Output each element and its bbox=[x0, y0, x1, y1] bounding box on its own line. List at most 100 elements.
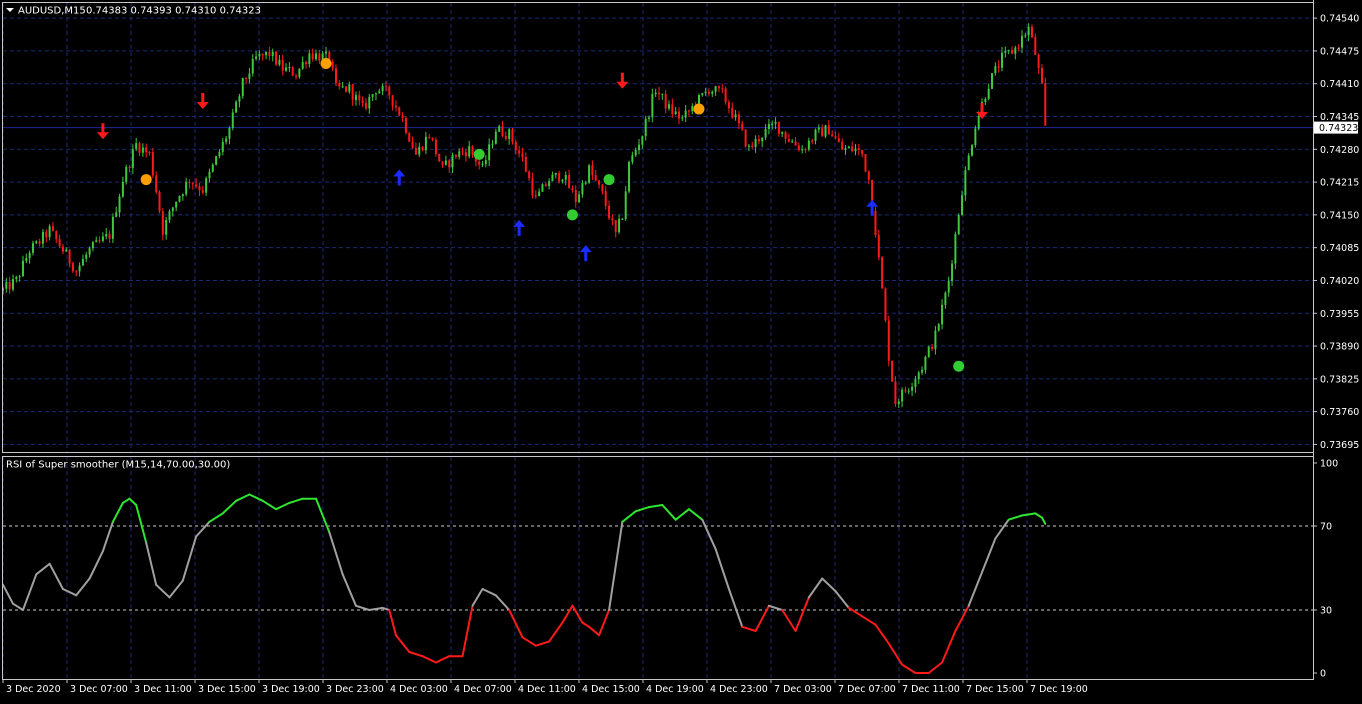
green-dot-marker bbox=[953, 360, 965, 372]
rsi-segment bbox=[754, 604, 770, 632]
candle-body bbox=[98, 240, 101, 242]
candle-body bbox=[777, 121, 780, 134]
candle-body bbox=[744, 129, 747, 147]
candle-body bbox=[831, 134, 834, 137]
rsi-segment bbox=[1007, 514, 1023, 521]
rsi-segment bbox=[111, 501, 124, 523]
candle-body bbox=[414, 148, 417, 155]
candle-body bbox=[91, 242, 94, 249]
candle-body bbox=[757, 138, 760, 142]
candle-body bbox=[1004, 51, 1007, 53]
candle-body bbox=[325, 51, 328, 54]
time-tick-label: 4 Dec 03:00 bbox=[390, 684, 448, 695]
rsi-segment bbox=[1034, 512, 1043, 519]
candle-body bbox=[664, 93, 667, 109]
candle-body bbox=[361, 100, 364, 104]
candle-body bbox=[438, 154, 441, 162]
candle-body bbox=[178, 196, 181, 202]
candle-body bbox=[35, 241, 38, 244]
candle-body bbox=[857, 148, 860, 150]
buy-arrow-icon bbox=[393, 169, 406, 186]
candle-body bbox=[724, 88, 727, 103]
price-tick-label: 0.74345 bbox=[1320, 112, 1359, 123]
rsi-segment bbox=[608, 520, 624, 611]
price-axis[interactable]: 0.74540 0.74475 0.74410 0.74345 0.74280 0.742… bbox=[1313, 14, 1359, 451]
candle-body bbox=[278, 59, 281, 65]
candle-body bbox=[591, 165, 594, 175]
candle-body bbox=[924, 356, 927, 370]
candle-body bbox=[671, 104, 674, 114]
candle-body bbox=[984, 98, 987, 102]
rsi-line bbox=[2, 493, 1047, 674]
time-axis[interactable]: 3 Dec 2020 3 Dec 07:00 3 Dec 11:00 3 Dec 15… bbox=[2, 679, 1088, 695]
candle-body bbox=[737, 114, 740, 124]
candle-body bbox=[298, 68, 301, 77]
candle-body bbox=[721, 88, 724, 90]
candle-body bbox=[18, 276, 21, 278]
rsi-segment bbox=[1020, 512, 1037, 517]
rsi-tick-label: 0 bbox=[1320, 669, 1326, 680]
candle-body bbox=[917, 372, 920, 380]
candle-body bbox=[634, 150, 637, 156]
candle-body bbox=[767, 124, 770, 130]
candle-body bbox=[364, 103, 367, 109]
candle-body bbox=[344, 86, 347, 92]
candle-body bbox=[914, 379, 917, 387]
candle-body bbox=[71, 263, 74, 272]
rsi-segment bbox=[195, 520, 211, 538]
candles bbox=[2, 23, 1047, 408]
candle-body bbox=[574, 190, 577, 203]
rsi-axis: 100 70 30 0 bbox=[1313, 459, 1338, 680]
candle-body bbox=[158, 191, 161, 212]
candle-body bbox=[428, 136, 431, 138]
candle-body bbox=[431, 137, 434, 140]
rsi-segment bbox=[35, 562, 51, 576]
candle-body bbox=[115, 212, 118, 217]
candle-body bbox=[511, 129, 514, 142]
price-tick-label: 0.73695 bbox=[1320, 440, 1359, 451]
candle-body bbox=[554, 172, 557, 175]
candle-body bbox=[155, 175, 158, 192]
candle-body bbox=[291, 67, 294, 76]
candle-body bbox=[568, 175, 571, 189]
rsi-tick-label: 30 bbox=[1320, 606, 1332, 617]
time-tick-label: 4 Dec 07:00 bbox=[454, 684, 512, 695]
candle-body bbox=[654, 92, 657, 95]
candle-body bbox=[245, 77, 248, 79]
rsi-segment bbox=[588, 625, 601, 637]
candle-body bbox=[491, 143, 494, 145]
candle-body bbox=[681, 117, 684, 119]
rsi-segment bbox=[11, 602, 24, 611]
candle-body bbox=[201, 190, 204, 193]
candle-body bbox=[987, 88, 990, 99]
rsi-segment bbox=[821, 577, 837, 593]
candle-body bbox=[211, 164, 214, 172]
candle-body bbox=[991, 73, 994, 89]
candle-body bbox=[944, 292, 947, 305]
price-panel-title: AUDUSD,M15 0.74383 0.74393 0.74310 0.743… bbox=[6, 6, 261, 17]
candle-body bbox=[867, 171, 870, 180]
rsi-segment bbox=[408, 651, 424, 658]
candle-body bbox=[701, 93, 704, 96]
rsi-segment bbox=[394, 634, 411, 653]
candle-body bbox=[881, 257, 884, 289]
candle-body bbox=[368, 96, 371, 109]
time-tick-label: 7 Dec 15:00 bbox=[966, 684, 1024, 695]
candle-body bbox=[1037, 54, 1040, 68]
rsi-segment bbox=[994, 518, 1010, 540]
rsi-segment bbox=[967, 571, 984, 607]
candle-body bbox=[118, 196, 121, 213]
candle-body bbox=[864, 154, 867, 172]
candle-body bbox=[1030, 26, 1033, 38]
candle-body bbox=[504, 135, 507, 139]
candle-body bbox=[934, 330, 937, 350]
orange-dot-marker bbox=[693, 103, 705, 115]
chart-canvas[interactable]: AUDUSD,M15 0.74383 0.74393 0.74310 0.743… bbox=[0, 0, 1362, 700]
rsi-tick-label: 100 bbox=[1320, 459, 1338, 470]
candle-body bbox=[248, 73, 251, 79]
candle-body bbox=[874, 210, 877, 236]
candle-body bbox=[894, 381, 897, 405]
collapse-triangle-icon[interactable] bbox=[6, 8, 14, 12]
candle-body bbox=[974, 128, 977, 146]
time-tick-label: 4 Dec 15:00 bbox=[582, 684, 640, 695]
